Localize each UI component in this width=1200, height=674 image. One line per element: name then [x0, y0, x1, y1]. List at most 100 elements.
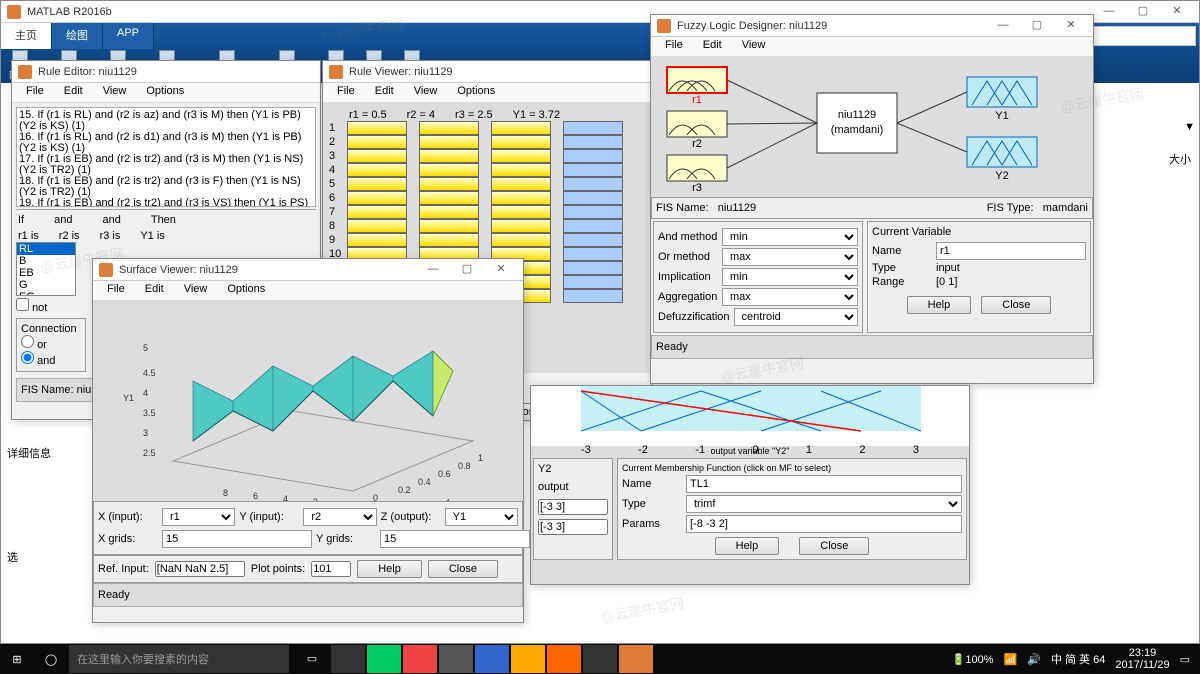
mf-params-input[interactable] — [686, 515, 962, 533]
clock-date[interactable]: 2017/11/29 — [1115, 659, 1169, 671]
close-icon[interactable]: ✕ — [1161, 2, 1193, 22]
svg-text:2.5: 2.5 — [143, 448, 156, 458]
maximize-icon[interactable]: ▢ — [1021, 16, 1053, 36]
taskbar-app[interactable] — [547, 645, 581, 673]
svg-text:r3: r3 — [692, 182, 702, 193]
svg-text:3.5: 3.5 — [143, 408, 156, 418]
svg-text:0.4: 0.4 — [418, 477, 431, 487]
and-radio[interactable] — [21, 351, 34, 364]
y-input-select[interactable]: r2 — [303, 508, 376, 526]
cortana-icon[interactable]: ◯ — [34, 653, 68, 666]
select-label: 选 — [7, 549, 18, 565]
sv-help-button[interactable]: Help — [357, 560, 422, 578]
mf-close-button[interactable]: Close — [799, 537, 869, 555]
fis-diagram[interactable]: r1 r2 r3 niu1129 (mamdani) Y1 Y2 — [657, 63, 1087, 193]
volume-icon[interactable]: 🔊 — [1027, 653, 1041, 666]
svg-text:2: 2 — [313, 497, 318, 501]
range2-input[interactable] — [538, 519, 608, 535]
mf-type-select[interactable]: trimf — [686, 495, 962, 513]
matlab-taskbar-icon[interactable] — [619, 645, 653, 673]
taskbar-search[interactable]: 在这里输入你要搜素的内容 — [69, 645, 289, 673]
svg-text:Y1: Y1 — [123, 393, 134, 403]
svg-text:0: 0 — [343, 500, 348, 501]
start-button[interactable]: ⊞ — [0, 653, 34, 666]
minimize-icon[interactable]: — — [417, 260, 449, 280]
minimize-icon[interactable]: — — [987, 16, 1019, 36]
edge-icon[interactable] — [367, 645, 401, 673]
agg-select[interactable]: max — [722, 288, 858, 306]
tab-plot[interactable]: 绘图 — [52, 23, 103, 49]
and-method-select[interactable]: min — [722, 228, 858, 246]
ref-input[interactable] — [155, 561, 245, 577]
defuzz-select[interactable]: centroid — [734, 308, 858, 326]
explorer-icon[interactable] — [511, 645, 545, 673]
z-output-select[interactable]: Y1 — [445, 508, 518, 526]
svg-text:0.6: 0.6 — [438, 469, 451, 479]
svg-text:niu1129: niu1129 — [838, 109, 876, 121]
r1-listbox[interactable]: RL B EB G EG — [16, 242, 76, 296]
rule-col-y1[interactable] — [563, 121, 623, 303]
sv-close-button[interactable]: Close — [428, 560, 498, 578]
plot-points-input[interactable] — [311, 561, 351, 577]
taskbar-app[interactable] — [331, 645, 365, 673]
taskbar-app[interactable] — [583, 645, 617, 673]
svg-text:4: 4 — [283, 494, 288, 501]
fld-help-button[interactable]: Help — [907, 296, 972, 314]
mf-name-input[interactable] — [686, 475, 962, 493]
maximize-icon[interactable]: ▢ — [1127, 2, 1159, 22]
maximize-icon[interactable]: ▢ — [451, 260, 483, 280]
taskbar-app[interactable] — [403, 645, 437, 673]
taskbar: ⊞ ◯ 在这里输入你要搜素的内容 ▭ 🔋100% 📶 🔊 中 简 英 64 23… — [0, 644, 1200, 674]
close-icon[interactable]: ✕ — [1055, 16, 1087, 36]
taskbar-app[interactable] — [475, 645, 509, 673]
rule-list[interactable]: 15. If (r1 is RL) and (r2 is az) and (r3… — [16, 107, 316, 207]
surface-plot[interactable]: Y1 54.543.532.5 86420 r2 00.20.40.60.81 … — [93, 301, 523, 501]
var-name-input[interactable] — [936, 242, 1086, 260]
task-view-icon[interactable]: ▭ — [295, 645, 329, 673]
svg-text:5: 5 — [143, 343, 148, 353]
sv-status: Ready — [93, 583, 523, 607]
fld-close-button[interactable]: Close — [981, 296, 1051, 314]
tab-home[interactable]: 主页 — [1, 23, 52, 49]
or-method-select[interactable]: max — [722, 248, 858, 266]
rule-editor-title: Rule Editor: niu1129 — [38, 66, 314, 78]
range1-input[interactable] — [538, 499, 608, 515]
taskbar-app[interactable] — [439, 645, 473, 673]
fld-status: Ready — [651, 335, 1093, 359]
battery-icon[interactable]: 🔋100% — [952, 653, 994, 666]
y-grids-input[interactable] — [380, 530, 530, 548]
matlab-icon — [18, 65, 32, 79]
notifications-icon[interactable]: ▭ — [1180, 653, 1190, 666]
svg-text:r2: r2 — [692, 138, 702, 150]
current-variable-label: Current Variable — [872, 226, 1086, 238]
svg-text:r1: r1 — [692, 94, 702, 106]
impl-select[interactable]: min — [722, 268, 858, 286]
fld-title: Fuzzy Logic Designer: niu1129 — [677, 20, 987, 32]
network-icon[interactable]: 📶 — [1004, 653, 1018, 666]
not-checkbox[interactable] — [16, 298, 29, 311]
rule-editor-menu: File Edit View Options — [12, 83, 320, 103]
rule-viewer-title: Rule Viewer: niu1129 — [349, 66, 645, 78]
svg-text:1: 1 — [478, 453, 483, 463]
ime-indicator[interactable]: 中 简 英 64 — [1051, 651, 1105, 667]
connection-label: Connection — [21, 323, 81, 335]
tab-app[interactable]: APP — [103, 23, 154, 49]
mf-plot[interactable] — [581, 386, 921, 441]
svg-text:3: 3 — [143, 428, 148, 438]
or-radio[interactable] — [21, 335, 34, 348]
cur-mf-label: Current Membership Function (click on MF… — [622, 463, 962, 473]
svg-text:0: 0 — [373, 493, 378, 501]
mf-help-button[interactable]: Help — [715, 537, 780, 555]
svg-text:0.2: 0.2 — [398, 485, 411, 495]
close-icon[interactable]: ✕ — [485, 260, 517, 280]
x-input-select[interactable]: r1 — [162, 508, 235, 526]
svg-text:r1: r1 — [443, 498, 451, 501]
minimize-icon[interactable]: — — [1093, 2, 1125, 22]
detail-label: 详细信息 — [7, 445, 51, 461]
svg-text:Y1: Y1 — [995, 110, 1008, 122]
svg-text:0.8: 0.8 — [458, 461, 471, 471]
clock-time[interactable]: 23:19 — [1115, 647, 1169, 659]
svg-text:Y2: Y2 — [995, 170, 1008, 182]
svg-text:6: 6 — [253, 491, 258, 501]
x-grids-input[interactable] — [162, 530, 312, 548]
